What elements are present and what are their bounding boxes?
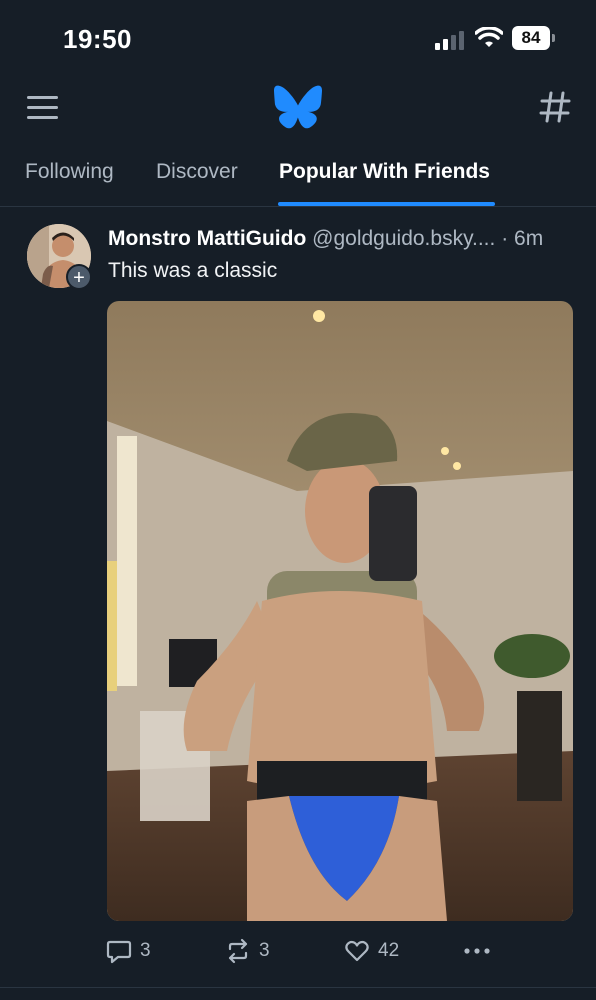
status-time: 19:50 [63, 24, 132, 54]
hashtag-feeds-icon[interactable] [538, 90, 572, 124]
repost-button[interactable]: 3 [225, 935, 270, 967]
author-display-name[interactable]: Monstro MattiGuido [108, 227, 306, 250]
post-actions: 3 3 42 [0, 935, 596, 975]
repost-icon [228, 938, 248, 964]
active-tab-indicator [278, 202, 495, 206]
reply-icon [106, 940, 132, 964]
heart-icon [345, 940, 369, 962]
repost-count: 3 [259, 940, 270, 961]
separator-dot: · [501, 227, 509, 250]
tab-discover[interactable]: Discover [156, 160, 238, 184]
feed-tabs: Following Discover Popular With Friends [0, 150, 596, 207]
post-age: 6m [514, 227, 544, 250]
cellular-signal-icon [435, 31, 464, 50]
reply-button[interactable]: 3 [106, 935, 151, 967]
menu-icon[interactable] [26, 94, 60, 122]
follow-plus-icon[interactable]: + [66, 264, 92, 290]
top-bar [0, 80, 596, 136]
more-options-button[interactable] [462, 935, 500, 967]
battery-indicator: 84 [512, 26, 556, 50]
reply-count: 3 [140, 940, 151, 961]
butterfly-logo-icon [274, 85, 322, 129]
wifi-icon [475, 27, 503, 47]
feed-post[interactable]: + Monstro MattiGuido @goldguido.bsky....… [0, 207, 596, 992]
author-handle[interactable]: @goldguido.bsky.... [312, 227, 495, 250]
post-author-line: Monstro MattiGuido @goldguido.bsky.... ·… [108, 227, 578, 251]
post-image[interactable] [107, 301, 573, 921]
tab-popular-with-friends[interactable]: Popular With Friends [279, 160, 490, 184]
battery-level: 84 [512, 26, 550, 50]
like-button[interactable]: 42 [344, 935, 399, 967]
status-bar: 19:50 84 [0, 0, 596, 80]
battery-nub [552, 34, 555, 42]
more-options-icon [464, 948, 490, 954]
tab-following[interactable]: Following [25, 160, 114, 184]
like-count: 42 [378, 940, 400, 961]
post-text: This was a classic [108, 259, 278, 282]
post-divider [0, 987, 596, 988]
